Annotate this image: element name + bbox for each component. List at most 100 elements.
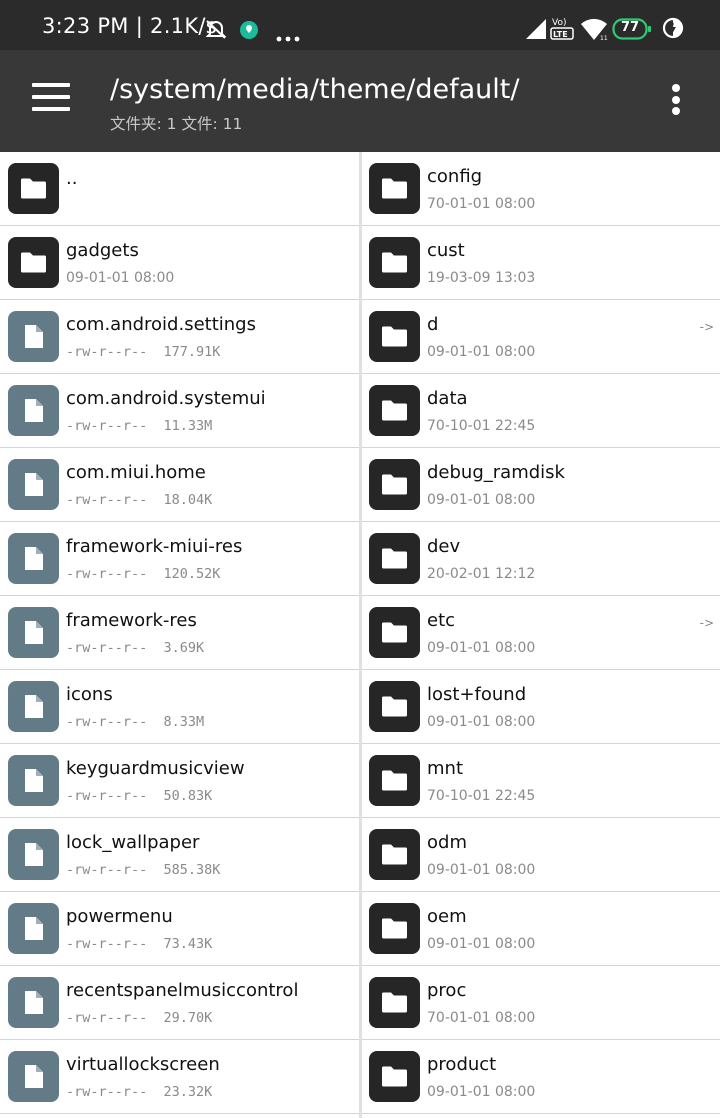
file-row[interactable]: icons -rw-r--r-- 8.33M — [0, 670, 359, 744]
item-permissions-size: -rw-r--r-- 585.38K — [66, 862, 221, 878]
file-row[interactable]: com.android.systemui -rw-r--r-- 11.33M — [0, 374, 359, 448]
item-date: 70-01-01 08:00 — [427, 196, 536, 212]
folder-row[interactable]: product 09-01-01 08:00 — [362, 1040, 720, 1114]
signal-icon — [525, 18, 547, 44]
item-permissions-size: -rw-r--r-- 120.52K — [66, 566, 221, 582]
file-row[interactable]: recentspanelmusiccontrol -rw-r--r-- 29.70… — [0, 966, 359, 1040]
folder-row[interactable]: proc 70-01-01 08:00 — [362, 966, 720, 1040]
item-name: proc — [427, 980, 467, 1001]
item-date: 09-01-01 08:00 — [427, 344, 536, 360]
folder-icon — [369, 459, 420, 510]
folder-row[interactable]: oem 09-01-01 08:00 — [362, 892, 720, 966]
folder-icon — [369, 755, 420, 806]
file-row[interactable]: framework-res -rw-r--r-- 3.69K — [0, 596, 359, 670]
item-name: data — [427, 388, 468, 409]
item-permissions-size: -rw-r--r-- 3.69K — [66, 640, 205, 656]
right-file-pane[interactable]: config 70-01-01 08:00 cust 19-03-09 13:03 d 0… — [362, 152, 720, 1118]
file-icon — [8, 755, 59, 806]
svg-text:11: 11 — [600, 35, 608, 41]
item-name: icons — [66, 684, 113, 705]
item-name: product — [427, 1054, 497, 1075]
file-icon — [8, 459, 59, 510]
file-icon — [8, 1051, 59, 1102]
folder-row[interactable]: .. — [0, 152, 359, 226]
file-row[interactable]: com.miui.home -rw-r--r-- 18.04K — [0, 448, 359, 522]
file-icon — [8, 829, 59, 880]
file-row[interactable]: lock_wallpaper -rw-r--r-- 585.38K — [0, 818, 359, 892]
folder-icon — [369, 829, 420, 880]
folder-row[interactable]: debug_ramdisk 09-01-01 08:00 — [362, 448, 720, 522]
item-date: 09-01-01 08:00 — [427, 862, 536, 878]
wifi-icon: 11 — [580, 17, 608, 45]
folder-row[interactable]: etc 09-01-01 08:00 -> — [362, 596, 720, 670]
item-name: etc — [427, 610, 456, 631]
folder-row[interactable]: odm 09-01-01 08:00 — [362, 818, 720, 892]
item-name: framework-res — [66, 610, 197, 631]
file-row[interactable]: virtuallockscreen -rw-r--r-- 23.32K — [0, 1040, 359, 1114]
file-icon — [8, 903, 59, 954]
more-dots-icon — [276, 27, 300, 46]
item-name: powermenu — [66, 906, 173, 927]
folder-row[interactable]: cust 19-03-09 13:03 — [362, 226, 720, 300]
folder-row[interactable]: gadgets 09-01-01 08:00 — [0, 226, 359, 300]
item-date: 70-10-01 22:45 — [427, 418, 536, 434]
item-name: virtuallockscreen — [66, 1054, 220, 1075]
folder-icon — [369, 681, 420, 732]
item-name: framework-miui-res — [66, 536, 243, 557]
folder-row[interactable]: d 09-01-01 08:00 -> — [362, 300, 720, 374]
folder-row[interactable]: config 70-01-01 08:00 — [362, 152, 720, 226]
current-path: /system/media/theme/default/ — [110, 74, 520, 105]
item-permissions-size: -rw-r--r-- 23.32K — [66, 1084, 213, 1100]
item-permissions-size: -rw-r--r-- 73.43K — [66, 936, 213, 952]
item-name: mnt — [427, 758, 463, 779]
item-name: gadgets — [66, 240, 139, 261]
folder-icon — [8, 237, 59, 288]
left-file-pane[interactable]: .. gadgets 09-01-01 08:00 com.android.setti… — [0, 152, 359, 1118]
item-name: recentspanelmusiccontrol — [66, 980, 299, 1001]
alarm-off-icon — [204, 18, 228, 44]
file-icon — [8, 607, 59, 658]
hamburger-menu-icon[interactable] — [32, 83, 70, 119]
folder-row[interactable]: dev 20-02-01 12:12 — [362, 522, 720, 596]
symlink-indicator: -> — [699, 320, 714, 334]
file-icon — [8, 385, 59, 436]
status-time-speed: 3:23 PM | 2.1K/s — [42, 14, 218, 38]
file-icon — [8, 533, 59, 584]
item-name: oem — [427, 906, 467, 927]
app-bar: /system/media/theme/default/ 文件夹: 1 文件: … — [0, 50, 720, 152]
folder-icon — [369, 903, 420, 954]
folder-icon — [369, 385, 420, 436]
item-date: 20-02-01 12:12 — [427, 566, 536, 582]
status-bar: 3:23 PM | 2.1K/s Vo) LTE 11 77 — [0, 0, 720, 50]
svg-text:LTE: LTE — [553, 30, 568, 39]
file-icon — [8, 311, 59, 362]
file-row[interactable]: powermenu -rw-r--r-- 73.43K — [0, 892, 359, 966]
item-permissions-size: -rw-r--r-- 177.91K — [66, 344, 221, 360]
item-name: lost+found — [427, 684, 527, 705]
folder-icon — [369, 533, 420, 584]
item-date: 09-01-01 08:00 — [427, 640, 536, 656]
item-permissions-size: -rw-r--r-- 11.33M — [66, 418, 213, 434]
item-date: 70-10-01 22:45 — [427, 788, 536, 804]
item-date: 09-01-01 08:00 — [427, 492, 536, 508]
folder-icon — [369, 237, 420, 288]
item-name: keyguardmusicview — [66, 758, 245, 779]
file-row[interactable]: framework-miui-res -rw-r--r-- 120.52K — [0, 522, 359, 596]
item-name: .. — [66, 168, 78, 189]
folder-row[interactable]: data 70-10-01 22:45 — [362, 374, 720, 448]
file-icon — [8, 681, 59, 732]
item-permissions-size: -rw-r--r-- 50.83K — [66, 788, 213, 804]
overflow-menu-icon[interactable] — [664, 84, 688, 120]
item-date: 09-01-01 08:00 — [427, 714, 536, 730]
folder-icon — [369, 163, 420, 214]
item-name: com.android.systemui — [66, 388, 266, 409]
battery-level: 77 — [621, 20, 640, 35]
item-date: 70-01-01 08:00 — [427, 1010, 536, 1026]
folder-row[interactable]: lost+found 09-01-01 08:00 — [362, 670, 720, 744]
symlink-indicator: -> — [699, 616, 714, 630]
folder-row[interactable]: mnt 70-10-01 22:45 — [362, 744, 720, 818]
file-row[interactable]: keyguardmusicview -rw-r--r-- 50.83K — [0, 744, 359, 818]
item-permissions-size: -rw-r--r-- 18.04K — [66, 492, 213, 508]
folder-icon — [369, 977, 420, 1028]
file-row[interactable]: com.android.settings -rw-r--r-- 177.91K — [0, 300, 359, 374]
